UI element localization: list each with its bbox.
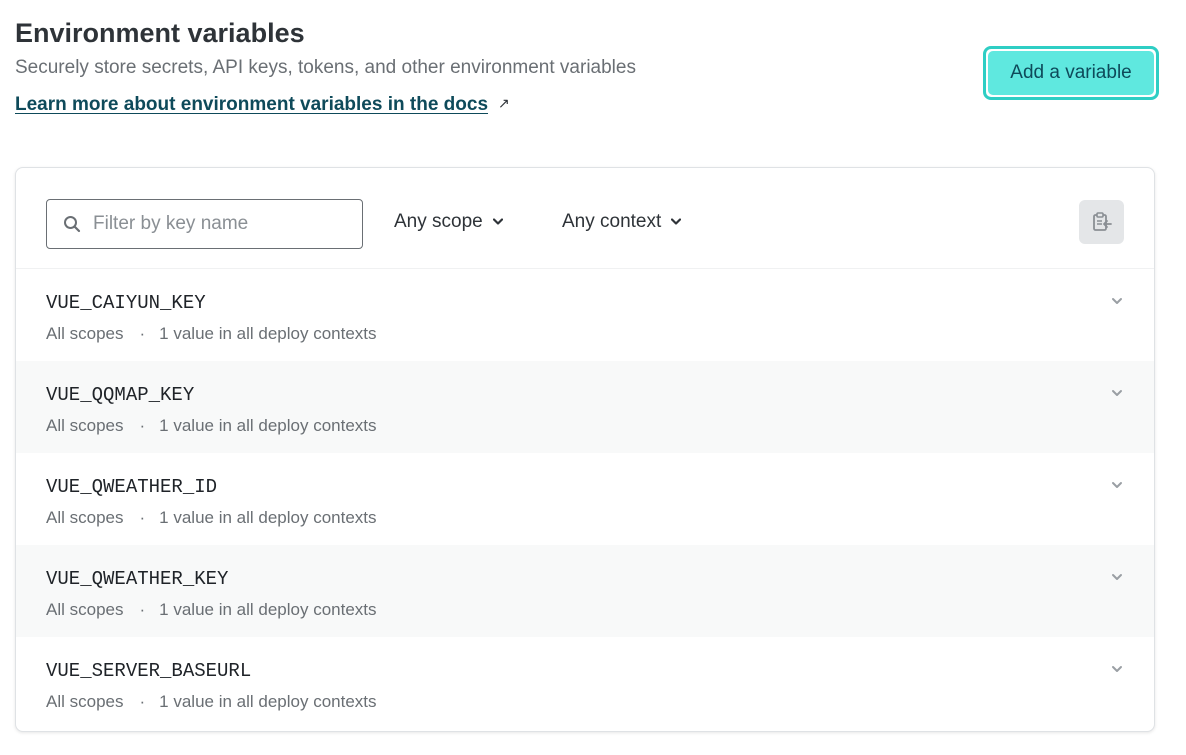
- chevron-down-icon[interactable]: [1111, 665, 1123, 673]
- external-link-icon: ↗: [498, 95, 510, 111]
- docs-link[interactable]: Learn more about environment variables i…: [15, 94, 488, 116]
- variable-meta: All scopes · 1 value in all deploy conte…: [46, 692, 377, 712]
- variable-row[interactable]: VUE_QWEATHER_ID All scopes · 1 value in …: [16, 453, 1154, 545]
- variable-scopes: All scopes: [46, 600, 124, 619]
- variable-scopes: All scopes: [46, 508, 124, 527]
- variable-values-summary: 1 value in all deploy contexts: [159, 324, 377, 343]
- variable-scopes: All scopes: [46, 692, 124, 711]
- variable-key: VUE_SERVER_BASEURL: [46, 660, 252, 682]
- scope-dropdown-label: Any scope: [394, 211, 483, 232]
- variable-key: VUE_QQMAP_KEY: [46, 384, 195, 406]
- context-dropdown-label: Any context: [562, 211, 662, 232]
- search-field[interactable]: [46, 199, 363, 249]
- page-header: Environment variables Securely store sec…: [15, 16, 636, 116]
- variable-key: VUE_QWEATHER_KEY: [46, 568, 229, 590]
- add-variable-button[interactable]: Add a variable: [983, 46, 1159, 100]
- chevron-down-icon[interactable]: [1111, 573, 1123, 581]
- env-variables-page: Environment variables Securely store sec…: [0, 0, 1186, 755]
- variables-card: Any scope Any context: [15, 167, 1155, 732]
- variable-values-summary: 1 value in all deploy contexts: [159, 508, 377, 527]
- variable-scopes: All scopes: [46, 324, 124, 343]
- meta-separator: ·: [139, 508, 146, 527]
- page-title: Environment variables: [15, 18, 305, 48]
- variable-row[interactable]: VUE_QWEATHER_KEY All scopes · 1 value in…: [16, 545, 1154, 637]
- variable-values-summary: 1 value in all deploy contexts: [159, 600, 377, 619]
- variable-key: VUE_CAIYUN_KEY: [46, 292, 206, 314]
- import-variables-button[interactable]: [1079, 200, 1124, 244]
- chevron-down-icon[interactable]: [1111, 481, 1123, 489]
- variable-key: VUE_QWEATHER_ID: [46, 476, 218, 498]
- variable-meta: All scopes · 1 value in all deploy conte…: [46, 600, 377, 620]
- add-variable-button-label: Add a variable: [988, 51, 1154, 95]
- filter-toolbar: Any scope Any context: [16, 168, 1154, 269]
- variable-values-summary: 1 value in all deploy contexts: [159, 416, 377, 435]
- variable-scopes: All scopes: [46, 416, 124, 435]
- variable-meta: All scopes · 1 value in all deploy conte…: [46, 324, 377, 344]
- meta-separator: ·: [139, 416, 146, 435]
- meta-separator: ·: [139, 600, 146, 619]
- variable-row[interactable]: VUE_SERVER_BASEURL All scopes · 1 value …: [16, 637, 1154, 729]
- variable-meta: All scopes · 1 value in all deploy conte…: [46, 416, 377, 436]
- meta-separator: ·: [139, 324, 146, 343]
- variable-meta: All scopes · 1 value in all deploy conte…: [46, 508, 377, 528]
- variable-values-summary: 1 value in all deploy contexts: [159, 692, 377, 711]
- variable-row[interactable]: VUE_CAIYUN_KEY All scopes · 1 value in a…: [16, 269, 1154, 361]
- search-icon: [64, 216, 81, 233]
- chevron-down-icon[interactable]: [1111, 297, 1123, 305]
- chevron-down-icon[interactable]: [1111, 389, 1123, 397]
- variable-row[interactable]: VUE_QQMAP_KEY All scopes · 1 value in al…: [16, 361, 1154, 453]
- meta-separator: ·: [139, 692, 146, 711]
- page-subtitle: Securely store secrets, API keys, tokens…: [15, 57, 636, 78]
- chevron-down-icon: [671, 218, 682, 225]
- search-input[interactable]: [91, 212, 335, 236]
- context-dropdown[interactable]: Any context: [562, 211, 682, 233]
- chevron-down-icon: [492, 218, 503, 225]
- scope-dropdown[interactable]: Any scope: [394, 211, 503, 233]
- clipboard-import-icon: [1092, 212, 1112, 231]
